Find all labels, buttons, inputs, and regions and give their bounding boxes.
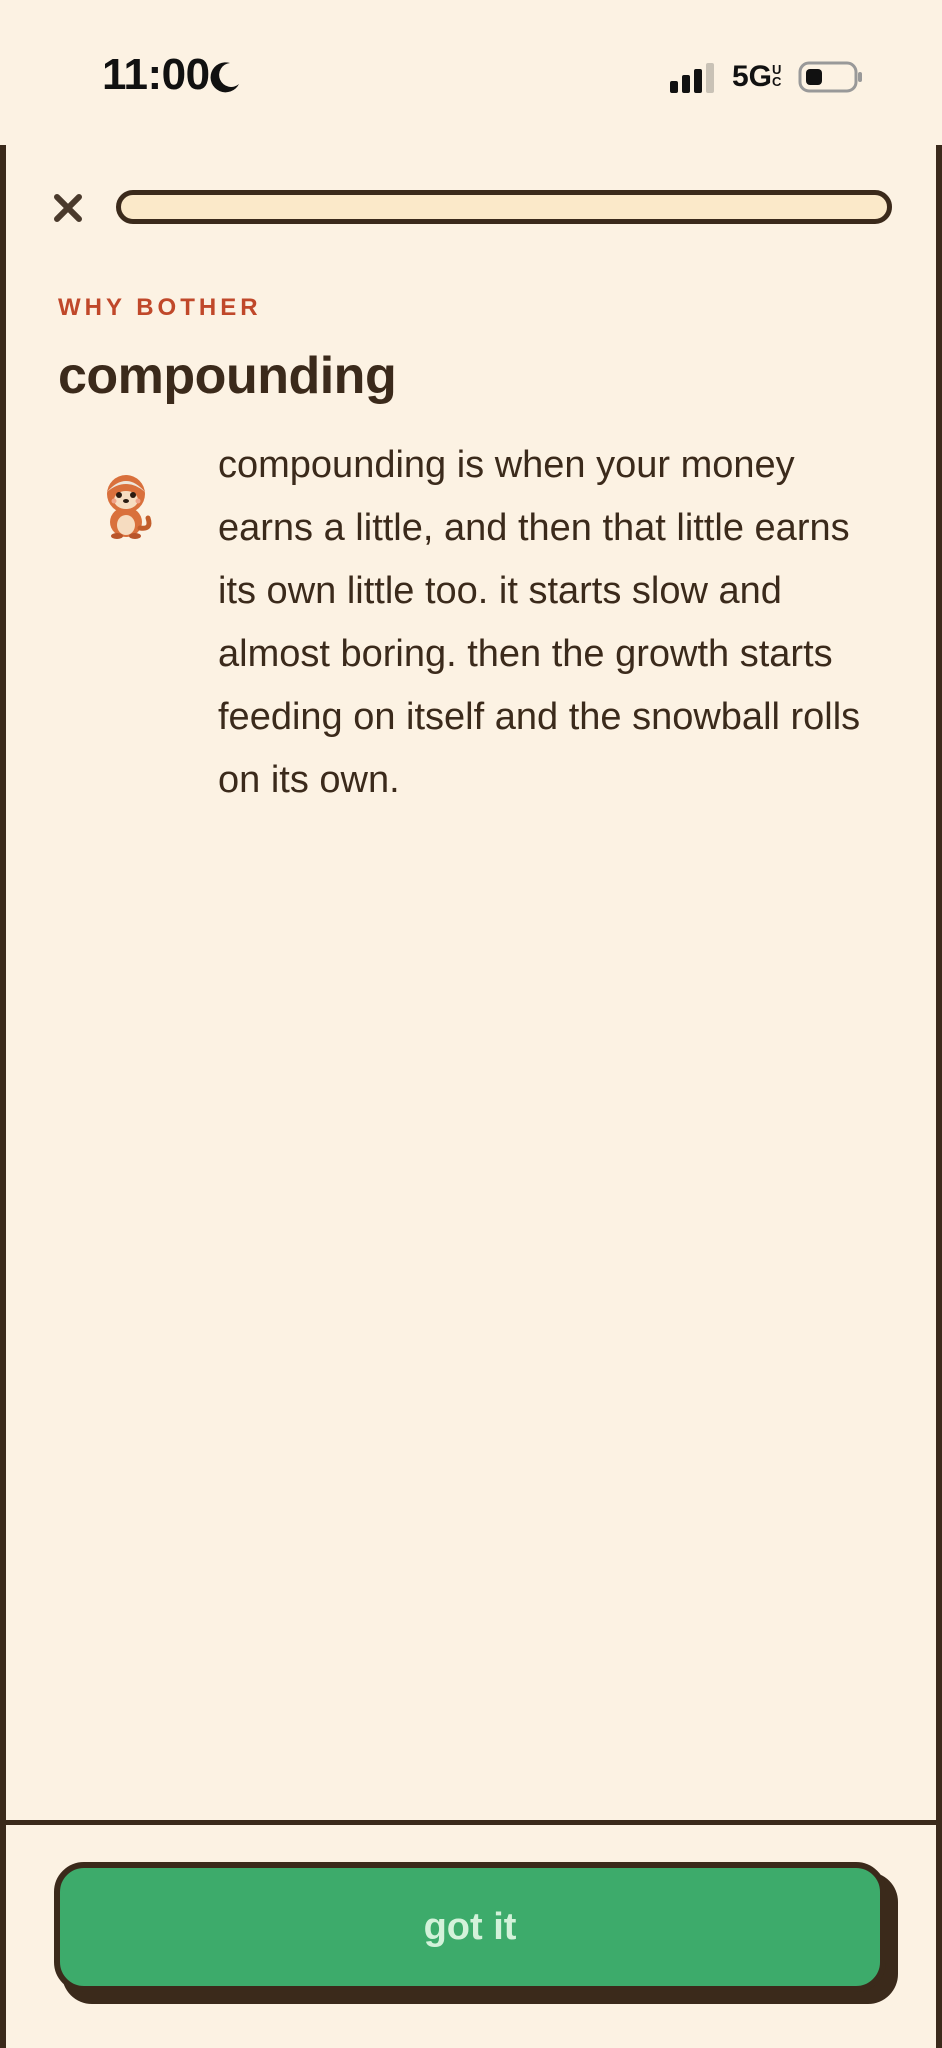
status-time: 11:00 [102, 50, 210, 99]
status-bar: 11:00 5GUC [0, 0, 942, 145]
otter-mascot-icon [107, 475, 152, 539]
moon-icon [210, 62, 239, 93]
close-button[interactable] [46, 186, 90, 230]
signal-icon [670, 63, 714, 93]
section-eyebrow: WHY BOTHER [58, 294, 262, 321]
got-it-button[interactable]: got it [54, 1862, 886, 1992]
close-icon [54, 194, 82, 222]
lesson-title: compounding [58, 347, 397, 405]
lesson-body: compounding is when your money earns a l… [218, 444, 861, 801]
bottom-divider [0, 1820, 942, 1825]
lesson-progress-bar [116, 190, 892, 224]
lesson-screen: 11:00 5GUC WHY BOTHER compounding compou… [0, 0, 942, 2048]
got-it-label: got it [423, 1905, 517, 1948]
network-type: 5GUC [732, 60, 782, 93]
battery-icon [798, 61, 862, 93]
